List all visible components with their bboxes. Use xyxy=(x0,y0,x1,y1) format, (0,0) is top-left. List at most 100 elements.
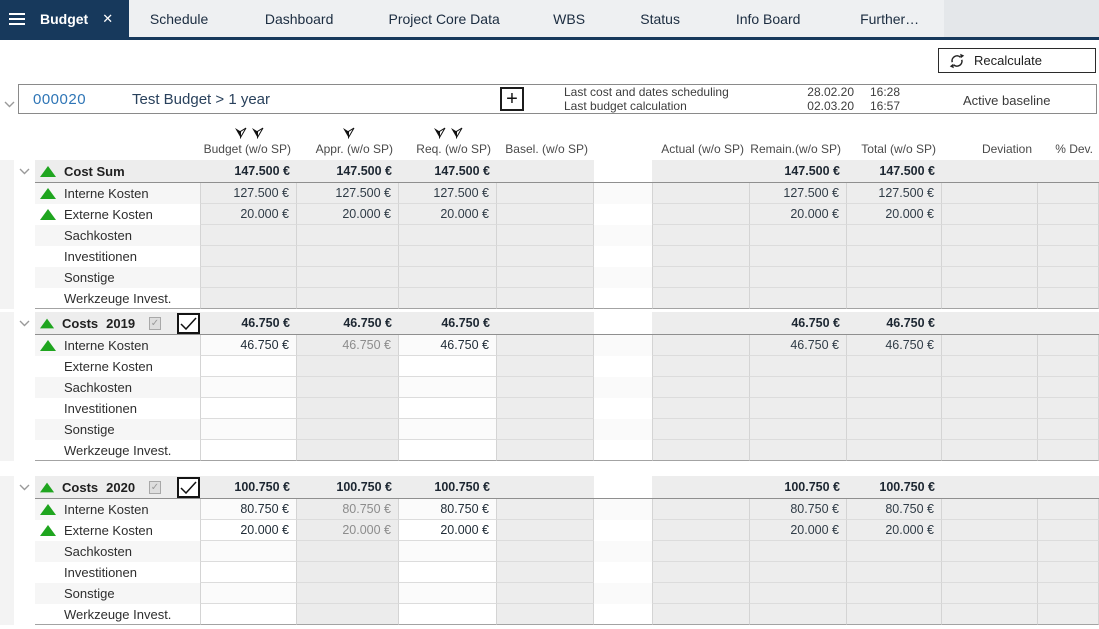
tab-dashboard[interactable]: Dashboard xyxy=(229,0,369,37)
column-header-dev[interactable]: % Dev. xyxy=(1038,127,1099,160)
chevron-down-icon[interactable] xyxy=(19,484,30,491)
column-header-basel-w-o-sp[interactable]: Basel. (w/o SP) xyxy=(497,127,594,160)
tab-budget-active[interactable]: Budget ✕ xyxy=(34,0,129,37)
tab-status[interactable]: Status xyxy=(619,0,701,37)
cell-total xyxy=(847,246,942,267)
tab-wbs[interactable]: WBS xyxy=(519,0,619,37)
chevron-down-icon[interactable] xyxy=(19,320,30,327)
column-header-budget-w-o-sp[interactable]: Budget (w/o SP) xyxy=(200,127,297,160)
cost-row: Investitionen xyxy=(0,562,1099,583)
budget-table-header: Budget (w/o SP)Appr. (w/o SP)Req. (w/o S… xyxy=(0,118,1099,160)
column-header-total-w-o-sp[interactable]: Total (w/o SP) xyxy=(847,127,942,160)
cell-budget[interactable] xyxy=(200,604,297,625)
cell-budget[interactable]: 80.750 € xyxy=(200,499,297,520)
year-checkbox-disabled[interactable]: ✓ xyxy=(149,481,161,494)
tab-project-core-data[interactable]: Project Core Data xyxy=(369,0,519,37)
year-checkbox-disabled[interactable]: ✓ xyxy=(149,317,161,330)
cell-deviation xyxy=(942,183,1038,204)
cell-req[interactable] xyxy=(399,356,497,377)
cell-actual xyxy=(652,398,750,419)
cell-budget[interactable] xyxy=(200,440,297,461)
cell-remain: 127.500 € xyxy=(750,183,847,204)
cost-type-label-cell: Werkzeuge Invest. xyxy=(35,604,200,625)
row-gap xyxy=(594,499,652,520)
project-title[interactable]: Test Budget > 1 year xyxy=(132,91,270,108)
cost-type-label: Externe Kosten xyxy=(64,359,153,374)
active-tab-label: Budget xyxy=(40,11,88,27)
cell-remain xyxy=(750,562,847,583)
cell-basel xyxy=(497,440,594,461)
cell-req[interactable] xyxy=(399,541,497,562)
group-year: 2020 xyxy=(106,480,135,495)
tab-schedule[interactable]: Schedule xyxy=(129,0,229,37)
cell-budget[interactable] xyxy=(200,419,297,440)
cell-pdev xyxy=(1038,440,1099,461)
cell-actual xyxy=(652,440,750,461)
row-gutter xyxy=(0,419,14,440)
cell-req[interactable]: 20.000 € xyxy=(399,520,497,541)
cell-budget[interactable] xyxy=(200,541,297,562)
cell-budget: 20.000 € xyxy=(200,204,297,225)
cell-deviation xyxy=(942,541,1038,562)
hamburger-icon[interactable] xyxy=(0,0,34,37)
cost-type-label-cell: Sonstige xyxy=(35,583,200,604)
chevron-down-icon[interactable] xyxy=(4,95,15,113)
cell-appr: 46.750 € xyxy=(297,335,399,356)
cell-budget[interactable] xyxy=(200,398,297,419)
cell-req[interactable] xyxy=(399,398,497,419)
cell-budget[interactable] xyxy=(200,583,297,604)
cell-total: 20.000 € xyxy=(847,520,942,541)
row-gap xyxy=(594,541,652,562)
cell-budget[interactable] xyxy=(200,562,297,583)
row-spacer xyxy=(14,204,35,225)
tab-strip: ScheduleDashboardProject Core DataWBSSta… xyxy=(129,0,944,37)
plus-icon[interactable]: + xyxy=(500,87,524,111)
group-cell-budget: 46.750 € xyxy=(200,312,297,335)
year-active-checkbox[interactable] xyxy=(177,477,200,498)
cell-budget[interactable] xyxy=(200,356,297,377)
cell-req[interactable] xyxy=(399,604,497,625)
cell-basel xyxy=(497,335,594,356)
cell-basel xyxy=(497,541,594,562)
row-gutter xyxy=(0,356,14,377)
column-header-deviation[interactable]: Deviation xyxy=(942,127,1038,160)
column-flag-icons xyxy=(399,127,497,142)
group-cell-appr: 46.750 € xyxy=(297,312,399,335)
tab-further[interactable]: Further… xyxy=(835,0,944,37)
cell-req[interactable]: 46.750 € xyxy=(399,335,497,356)
column-header-req-w-o-sp[interactable]: Req. (w/o SP) xyxy=(399,127,497,160)
cell-budget[interactable]: 20.000 € xyxy=(200,520,297,541)
column-header-appr-w-o-sp[interactable]: Appr. (w/o SP) xyxy=(297,127,399,160)
planning-arrow-icon xyxy=(450,127,463,139)
project-id[interactable]: 000020 xyxy=(33,91,86,108)
cost-type-label-cell: Interne Kosten xyxy=(35,499,200,520)
cell-req[interactable] xyxy=(399,377,497,398)
row-gap xyxy=(594,419,652,440)
recalculate-button[interactable]: Recalculate xyxy=(938,48,1096,73)
column-header-remain-w-o-sp[interactable]: Remain.(w/o SP) xyxy=(750,127,847,160)
cell-deviation xyxy=(942,267,1038,288)
cell-total: 127.500 € xyxy=(847,183,942,204)
cost-row: Externe Kosten20.000 €20.000 €20.000 €20… xyxy=(0,204,1099,225)
year-active-checkbox[interactable] xyxy=(177,313,200,334)
cell-actual xyxy=(652,267,750,288)
cell-actual xyxy=(652,499,750,520)
cell-req[interactable] xyxy=(399,440,497,461)
cell-req[interactable]: 80.750 € xyxy=(399,499,497,520)
column-header-actual-w-o-sp[interactable]: Actual (w/o SP) xyxy=(652,127,750,160)
cell-budget[interactable] xyxy=(200,377,297,398)
row-spacer xyxy=(14,583,35,604)
close-icon[interactable]: ✕ xyxy=(102,12,113,25)
cell-appr xyxy=(297,604,399,625)
cell-total xyxy=(847,267,942,288)
project-box: 000020 Test Budget > 1 year + Last cost … xyxy=(18,84,1097,114)
tab-info-board[interactable]: Info Board xyxy=(701,0,835,37)
row-gutter xyxy=(0,246,14,267)
group-cell-total: 100.750 € xyxy=(847,476,942,499)
cell-req[interactable] xyxy=(399,562,497,583)
chevron-down-icon[interactable] xyxy=(19,168,30,175)
cell-req[interactable] xyxy=(399,419,497,440)
row-gap xyxy=(594,440,652,461)
cell-req[interactable] xyxy=(399,583,497,604)
cell-budget[interactable]: 46.750 € xyxy=(200,335,297,356)
